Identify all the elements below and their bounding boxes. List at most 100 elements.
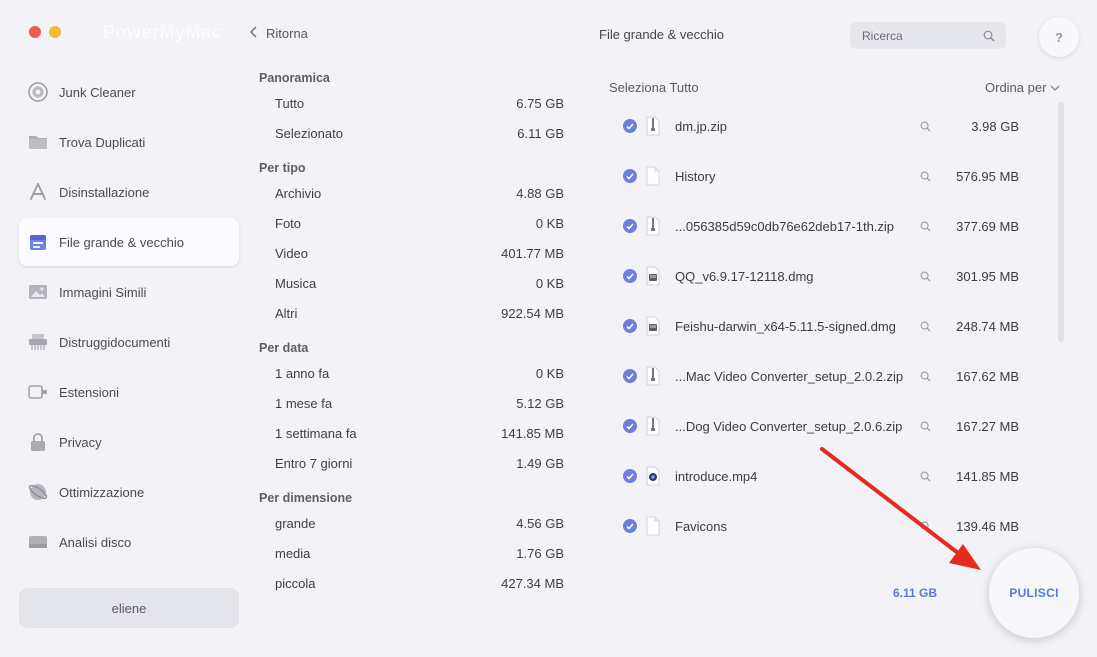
file-size: 248.74 MB — [956, 318, 1019, 334]
chevron-down-icon — [1050, 80, 1060, 95]
file-row[interactable]: ...056385d59c0db76e62deb17-1th.zip 377.69… — [615, 201, 1035, 251]
filter-value: 6.11 GB — [517, 125, 564, 141]
filter-row-foto[interactable]: Foto 0 KB — [259, 208, 564, 238]
sidebar-item-analisi-disco[interactable]: Analisi disco — [19, 518, 239, 566]
sidebar-item-distruggidocumenti[interactable]: Distruggidocumenti — [19, 318, 239, 366]
user-account-button[interactable]: eliene — [19, 588, 239, 628]
sidebar-item-estensioni[interactable]: Estensioni — [19, 368, 239, 416]
back-button[interactable]: Ritorna — [250, 25, 308, 41]
checkbox[interactable] — [623, 219, 637, 233]
sidebar: Junk Cleaner Trova Duplicati Disinstalla… — [19, 68, 239, 568]
file-row[interactable]: QQ_v6.9.17-12118.dmg 301.95 MB — [615, 251, 1035, 301]
filter-row-piccola[interactable]: piccola 427.34 MB — [259, 568, 564, 598]
file-row[interactable]: dm.jp.zip 3.98 GB — [615, 101, 1035, 151]
app-name: PowerMyMac — [103, 22, 223, 42]
large-files-icon — [27, 231, 49, 253]
search-icon — [983, 29, 995, 47]
sidebar-item-label: Privacy — [59, 434, 102, 450]
filter-row-media[interactable]: media 1.76 GB — [259, 538, 564, 568]
file-row[interactable]: History 576.95 MB — [615, 151, 1035, 201]
minimize-window-button[interactable] — [49, 26, 61, 38]
close-window-button[interactable] — [29, 26, 41, 38]
help-button[interactable]: ? — [1039, 17, 1079, 57]
file-size: 3.98 GB — [971, 118, 1019, 134]
file-row[interactable]: introduce.mp4 141.85 MB — [615, 451, 1035, 501]
filter-value: 401.77 MB — [501, 245, 564, 261]
sidebar-item-label: Junk Cleaner — [59, 84, 136, 100]
sort-dropdown[interactable]: Ordina per — [985, 80, 1060, 95]
file-row[interactable]: Favicons 139.46 MB — [615, 501, 1035, 551]
sidebar-item-trova-duplicati[interactable]: Trova Duplicati — [19, 118, 239, 166]
filter-value: 0 KB — [535, 215, 564, 231]
sidebar-item-file-grande-vecchio[interactable]: File grande & vecchio — [19, 218, 239, 266]
file-name: dm.jp.zip — [675, 118, 728, 134]
clean-button[interactable]: PULISCI — [989, 548, 1079, 638]
filter-label: media — [275, 545, 311, 561]
filter-label: Video — [275, 245, 309, 261]
checkbox[interactable] — [623, 519, 637, 533]
filter-label: Archivio — [275, 185, 322, 201]
filter-row-altri[interactable]: Altri 922.54 MB — [259, 298, 564, 328]
sidebar-item-label: Immagini Simili — [59, 284, 147, 300]
filter-row-grande[interactable]: grande 4.56 GB — [259, 508, 564, 538]
filter-value: 6.75 GB — [516, 95, 564, 111]
file-name: introduce.mp4 — [675, 468, 758, 484]
filter-row-1-mese-fa[interactable]: 1 mese fa 5.12 GB — [259, 388, 564, 418]
filter-row-video[interactable]: Video 401.77 MB — [259, 238, 564, 268]
document-icon — [645, 166, 661, 186]
checkbox[interactable] — [623, 469, 637, 483]
filter-row-1-settimana-fa[interactable]: 1 settimana fa 141.85 MB — [259, 418, 564, 448]
checkbox[interactable] — [623, 419, 637, 433]
filter-value: 1.76 GB — [516, 545, 564, 561]
filter-label: 1 settimana fa — [275, 425, 357, 441]
select-all-button[interactable]: Seleziona Tutto — [609, 80, 699, 95]
scrollbar-thumb[interactable] — [1058, 102, 1064, 342]
filter-label: grande — [275, 515, 316, 531]
lock-icon — [27, 431, 49, 453]
section-title-panoramica: Panoramica — [259, 71, 330, 85]
file-size: 139.46 MB — [956, 518, 1019, 534]
filter-value: 1.49 GB — [516, 455, 564, 471]
file-size: 301.95 MB — [956, 268, 1019, 284]
file-name: History — [675, 168, 716, 184]
filter-label: Foto — [275, 215, 302, 231]
filter-value: 0 KB — [535, 365, 564, 381]
dmg-file-icon — [645, 316, 661, 336]
sidebar-item-label: Distruggidocumenti — [59, 334, 171, 350]
sidebar-item-ottimizzazione[interactable]: Ottimizzazione — [19, 468, 239, 516]
scrollbar[interactable] — [1055, 102, 1067, 542]
sidebar-item-immagini-simili[interactable]: Immagini Simili — [19, 268, 239, 316]
file-name: Feishu-darwin_x64-5.11.5-signed.dmg — [675, 318, 896, 334]
filter-label: Entro 7 giorni — [275, 455, 353, 471]
search-box[interactable] — [850, 22, 1006, 49]
filter-value: 922.54 MB — [501, 305, 564, 321]
file-name: QQ_v6.9.17-12118.dmg — [675, 268, 814, 284]
file-row[interactable]: Feishu-darwin_x64-5.11.5-signed.dmg 248.7… — [615, 301, 1035, 351]
filter-row-archivio[interactable]: Archivio 4.88 GB — [259, 178, 564, 208]
extension-icon — [27, 381, 49, 403]
search-input[interactable] — [860, 27, 984, 44]
sidebar-item-disinstallazione[interactable]: Disinstallazione — [19, 168, 239, 216]
filter-row-musica[interactable]: Musica 0 KB — [259, 268, 564, 298]
sidebar-item-label: Trova Duplicati — [59, 134, 146, 150]
checkbox[interactable] — [623, 119, 637, 133]
file-row[interactable]: ...Dog Video Converter_setup_2.0.6.zip 16… — [615, 401, 1035, 451]
file-name: ...Mac Video Converter_setup_2.0.2.zip — [675, 368, 904, 384]
filter-row-entro-7-giorni[interactable]: Entro 7 giorni 1.49 GB — [259, 448, 564, 478]
checkbox[interactable] — [623, 169, 637, 183]
sidebar-item-junk-cleaner[interactable]: Junk Cleaner — [19, 68, 239, 116]
file-name: ...Dog Video Converter_setup_2.0.6.zip — [675, 418, 903, 434]
sidebar-item-privacy[interactable]: Privacy — [19, 418, 239, 466]
zip-file-icon — [645, 116, 661, 136]
checkbox[interactable] — [623, 269, 637, 283]
disk-icon — [27, 531, 49, 553]
filter-value: 4.56 GB — [516, 515, 564, 531]
sort-label: Ordina per — [985, 80, 1047, 95]
checkbox[interactable] — [623, 369, 637, 383]
file-row[interactable]: ...Mac Video Converter_setup_2.0.2.zip 16… — [615, 351, 1035, 401]
section-title-per-dimensione: Per dimensione — [259, 491, 353, 505]
filter-row-tutto[interactable]: Tutto 6.75 GB — [259, 88, 564, 118]
filter-row-selezionato[interactable]: Selezionato 6.11 GB — [259, 118, 564, 148]
filter-row-1-anno-fa[interactable]: 1 anno fa 0 KB — [259, 358, 564, 388]
checkbox[interactable] — [623, 319, 637, 333]
